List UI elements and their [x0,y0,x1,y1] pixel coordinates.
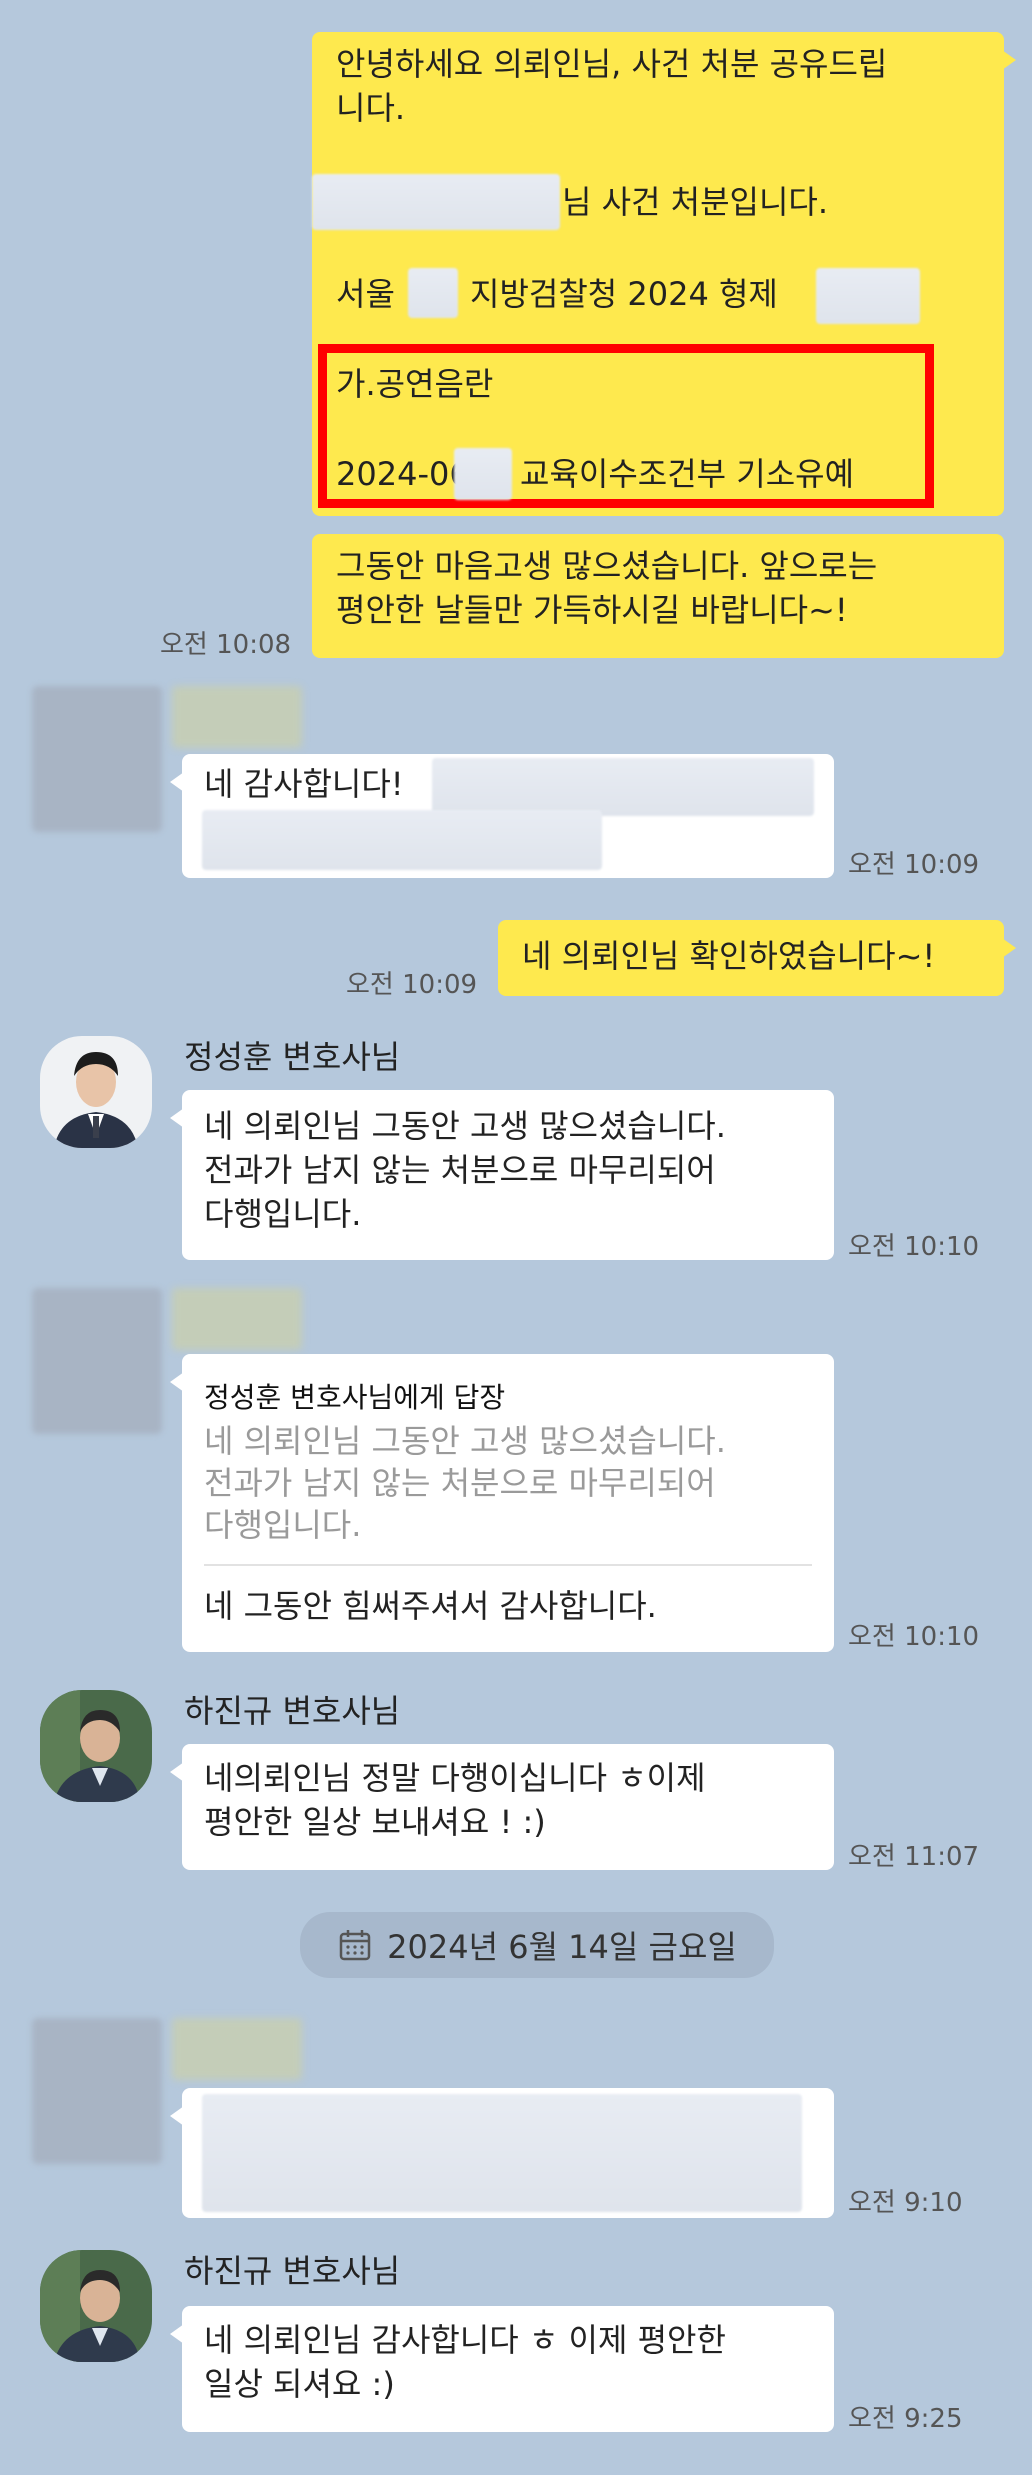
date-text: 2024년 6월 14일 금요일 [387,1928,737,1966]
my-message-bubble[interactable]: 그동안 마음고생 많으셨습니다. 앞으로는 평안한 날들만 가득하시길 바랍니다… [312,534,1004,658]
redacted-case-number [816,268,920,324]
message-time: 오전 9:25 [848,2404,963,2434]
message-time: 오전 10:09 [848,850,980,880]
message-text: 2024-06 [336,455,470,493]
avatar[interactable] [32,686,162,832]
redacted-date [454,448,512,500]
calendar-icon [339,1930,371,1961]
message-time: 오전 10:10 [848,1232,980,1262]
message-text: 가.공연음란 [336,365,494,403]
message-text: 네 감사합니다! [204,765,404,803]
sender-name-redacted [172,2018,302,2080]
their-message-bubble[interactable]: 네 의뢰인님 감사합니다 ㅎ 이제 평안한 일상 되셔요 :) [170,2306,834,2432]
avatar-lawyer-1[interactable] [40,1036,152,1148]
their-message-bubble[interactable]: 네 의뢰인님 그동안 고생 많으셨습니다. 전과가 남지 않는 처분으로 마무리… [170,1090,834,1260]
message-time: 오전 11:07 [848,1842,980,1872]
their-message-bubble[interactable]: 네의뢰인님 정말 다행이십니다 ㅎ이제 평안한 일상 보내셔요 ! :) [170,1744,834,1870]
avatar[interactable] [32,2018,162,2164]
message-text: 지방검찰청 2024 형제 [470,275,778,313]
avatar-lawyer-2[interactable] [40,1690,152,1802]
message-text: 안녕하세요 의뢰인님, 사건 처분 공유드립 [336,45,888,83]
reply-header: 정성훈 변호사님에게 답장 [204,1381,506,1414]
redacted-name [312,174,560,230]
message-text: 네 그동안 힘써주셔서 감사합니다. [204,1587,657,1625]
their-message-bubble[interactable]: 정성훈 변호사님에게 답장 네 의뢰인님 그동안 고생 많으셨습니다. 전과가 … [170,1354,834,1652]
message-time: 오전 10:08 [160,630,292,660]
sender-name: 하진규 변호사님 [184,1692,401,1730]
date-divider: 2024년 6월 14일 금요일 [300,1912,774,1978]
message-time: 오전 10:09 [346,970,478,1000]
redacted-text [202,2094,802,2212]
avatar[interactable] [32,1288,162,1434]
my-message-bubble[interactable]: 네 의뢰인님 확인하였습니다~! [498,920,1016,996]
message-text: 네 의뢰인님 감사합니다 ㅎ 이제 평안한 일상 되셔요 :) [204,2321,726,2403]
redacted-text [202,810,602,870]
message-text: 네 의뢰인님 그동안 고생 많으셨습니다. 전과가 남지 않는 처분으로 마무리… [204,1107,726,1233]
sender-name: 하진규 변호사님 [184,2252,401,2290]
person-icon [40,2250,152,2362]
sender-name-redacted [172,1288,302,1350]
my-message-bubble[interactable]: 안녕하세요 의뢰인님, 사건 처분 공유드립 니다. 님 사건 처분입니다. 서… [312,32,1016,516]
sender-name-redacted [172,686,302,748]
message-text: 니다. [336,89,406,127]
redacted-text [432,758,814,816]
sender-name: 정성훈 변호사님 [184,1038,401,1076]
their-message-bubble[interactable] [170,2088,834,2218]
person-icon [40,1036,152,1148]
message-text: 그동안 마음고생 많으셨습니다. 앞으로는 평안한 날들만 가득하시길 바랍니다… [336,547,878,629]
message-text: 서울 [336,275,395,313]
message-text: 님 사건 처분입니다. [562,183,829,221]
message-text: 네 의뢰인님 확인하였습니다~! [522,937,936,975]
divider [204,1564,812,1566]
redacted-text [408,268,458,318]
message-time: 오전 10:10 [848,1622,980,1652]
reply-quote[interactable]: 네 의뢰인님 그동안 고생 많으셨습니다. 전과가 남지 않는 처분으로 마무리… [204,1420,726,1546]
message-text: 교육이수조건부 기소유예 [520,455,855,493]
avatar-lawyer-2[interactable] [40,2250,152,2362]
message-text: 네의뢰인님 정말 다행이십니다 ㅎ이제 평안한 일상 보내셔요 ! :) [204,1759,706,1841]
person-icon [40,1690,152,1802]
message-time: 오전 9:10 [848,2188,963,2218]
their-message-bubble[interactable]: 네 감사합니다! [170,754,834,878]
